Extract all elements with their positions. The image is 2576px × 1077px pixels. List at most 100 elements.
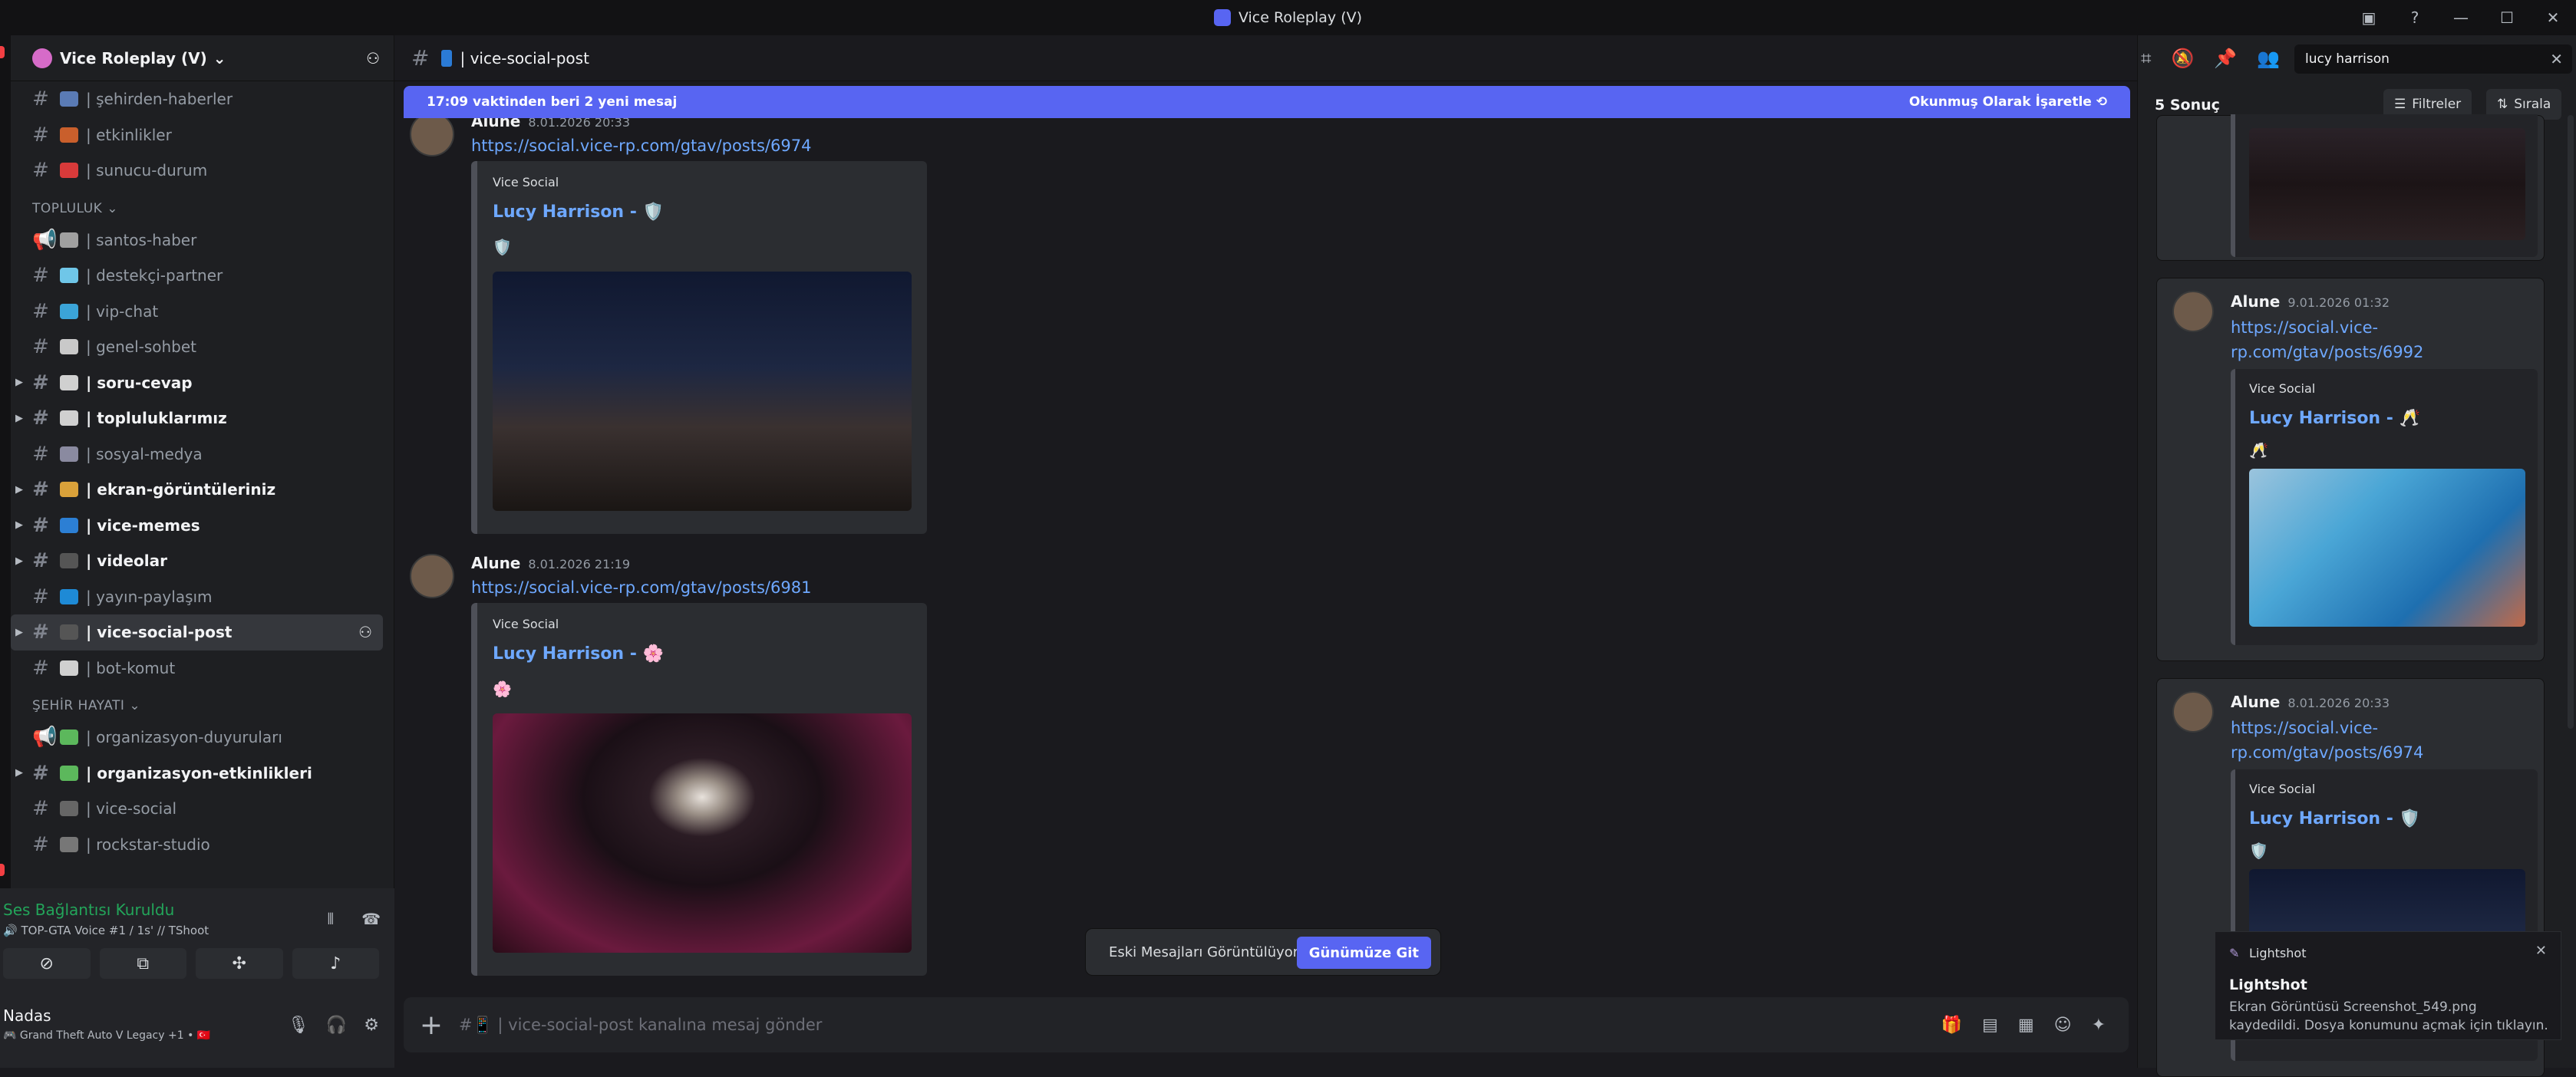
sidebar-channel[interactable]: ▶ # | videolar	[11, 543, 383, 579]
toast-body: Ekran Görüntüsü Screenshot_549.png kayde…	[2229, 1000, 2548, 1033]
search-box[interactable]: lucy harrison ✕	[2294, 44, 2572, 74]
expand-arrow-icon[interactable]: ▶	[15, 555, 23, 567]
sliders-icon: ☰	[2394, 97, 2406, 112]
sidebar-channel[interactable]: # | genel-sohbet	[11, 329, 383, 365]
maximize-button[interactable]: ☐	[2484, 0, 2530, 35]
sidebar-channel[interactable]: # | vip-chat	[11, 294, 383, 330]
gift-icon[interactable]: 🎁	[1941, 1016, 1962, 1035]
expand-arrow-icon[interactable]: ▶	[15, 519, 23, 531]
emoji-icon[interactable]: ☺	[2054, 1016, 2072, 1035]
help-icon[interactable]: ?	[2392, 0, 2438, 35]
new-messages-banner[interactable]: 17:09 vaktinden beri 2 yeni mesaj Okunmu…	[404, 86, 2130, 118]
channel-name: | sosyal-medya	[86, 444, 203, 463]
unread-pill	[0, 864, 5, 876]
expand-arrow-icon[interactable]: ▶	[15, 484, 23, 496]
close-icon[interactable]: ✕	[2535, 943, 2547, 959]
embed-image[interactable]	[493, 272, 912, 511]
embed-image[interactable]	[2249, 128, 2525, 240]
expand-arrow-icon[interactable]: ▶	[15, 767, 23, 779]
gif-icon[interactable]: ▤	[1982, 1016, 1998, 1035]
sidebar-channel[interactable]: ▶ # | soru-cevap	[11, 365, 383, 401]
channel-name: | videolar	[86, 552, 167, 571]
minimize-button[interactable]: —	[2438, 0, 2484, 35]
embed-title[interactable]: Lucy Harrison - 🌸	[493, 644, 664, 664]
link-embed: Vice Social Lucy Harrison - 🌸 🌸	[471, 603, 927, 976]
sidebar-channel[interactable]: 📢 | santos-haber	[11, 222, 383, 259]
sidebar-channel[interactable]: ▶ # | vice-social-post ⚇	[11, 614, 383, 650]
sidebar-channel[interactable]: # | bot-komut	[11, 650, 383, 687]
activities-button[interactable]: ✣	[196, 948, 283, 979]
embed-title[interactable]: Lucy Harrison - 🥂	[2249, 409, 2420, 428]
category-header[interactable]: TOPLULUK ⌄	[11, 189, 394, 222]
sidebar-channel[interactable]: ▶ # | organizasyon-etkinlikleri	[11, 756, 383, 792]
server-header[interactable]: Vice Roleplay (V) ⌄ ⚇	[11, 35, 394, 81]
author-name[interactable]: Alune	[2231, 693, 2280, 711]
author-name[interactable]: Alune	[471, 118, 520, 130]
expand-arrow-icon[interactable]: ▶	[15, 413, 23, 424]
sticker-icon[interactable]: ▦	[2018, 1016, 2034, 1035]
sidebar-channel[interactable]: # | etkinlikler	[11, 117, 383, 153]
message-link[interactable]: https://social.vice-rp.com/gtav/posts/69…	[2231, 716, 2507, 765]
search-result-card[interactable]	[2156, 114, 2545, 261]
microphone-icon[interactable]: 🎙	[288, 1016, 309, 1035]
jump-present-button[interactable]: Günümüze Git	[1296, 937, 1431, 969]
members-icon[interactable]: 👥	[2257, 48, 2280, 69]
avatar[interactable]	[410, 118, 454, 156]
embed-image[interactable]	[2249, 469, 2525, 627]
inbox-icon[interactable]: ▣	[2346, 0, 2392, 35]
channel-name: | santos-haber	[86, 230, 197, 249]
avatar[interactable]	[2172, 691, 2214, 733]
disconnect-icon[interactable]: ☎	[361, 910, 381, 928]
expand-arrow-icon[interactable]: ▶	[15, 627, 23, 638]
sidebar-channel[interactable]: # | vice-social	[11, 791, 383, 827]
embed-image[interactable]	[493, 713, 912, 953]
sidebar-channel[interactable]: # | rockstar-studio	[11, 827, 383, 863]
search-result-card[interactable]: Alune 9.01.2026 01:32 https://social.vice…	[2156, 278, 2545, 661]
embed-title[interactable]: Lucy Harrison - 🛡️	[2249, 809, 2420, 828]
message-link[interactable]: https://social.vice-rp.com/gtav/posts/69…	[2231, 315, 2507, 364]
channel-emoji-icon	[60, 374, 78, 390]
category-header[interactable]: ŞEHİR HAYATI ⌄	[11, 686, 394, 720]
sidebar-channel[interactable]: # | destekçi-partner	[11, 258, 383, 294]
person-add-icon[interactable]: ⚇	[358, 623, 372, 641]
soundwave-icon[interactable]: ⫴	[328, 910, 334, 928]
search-query[interactable]: lucy harrison	[2305, 51, 2390, 67]
mute-bell-icon[interactable]: 🔕	[2172, 48, 2195, 69]
soundboard-button[interactable]: ♪	[292, 948, 379, 979]
embed-title[interactable]: Lucy Harrison - 🛡️	[493, 203, 664, 222]
lightshot-toast[interactable]: ✎ Lightshot ✕ Lightshot Ekran Görüntüsü …	[2215, 931, 2561, 1040]
close-button[interactable]: ✕	[2530, 0, 2576, 35]
channel-name: | vice-social	[86, 799, 177, 818]
headphones-icon[interactable]: 🎧	[326, 1016, 347, 1035]
sidebar-channel[interactable]: ▶ # | ekran-görüntüleriniz	[11, 472, 383, 508]
person-add-icon[interactable]: ⚇	[366, 49, 380, 68]
mark-read-button[interactable]: Okunmuş Olarak İşaretle ⟲	[1909, 94, 2107, 110]
avatar[interactable]	[410, 554, 454, 598]
avatar[interactable]	[2172, 291, 2214, 332]
sidebar-channel[interactable]: ▶ # | vice-memes	[11, 508, 383, 544]
close-icon[interactable]: ✕	[2550, 50, 2563, 68]
apps-icon[interactable]: ✦	[2092, 1016, 2106, 1035]
camera-off-button[interactable]: ⊘	[3, 948, 91, 979]
hash-icon: #	[32, 159, 49, 183]
author-name[interactable]: Alune	[471, 554, 520, 572]
sidebar-channel[interactable]: 📢 | organizasyon-duyuruları	[11, 720, 383, 756]
channel-emoji-icon	[60, 765, 78, 781]
scrollbar[interactable]	[2568, 115, 2574, 729]
message-link[interactable]: https://social.vice-rp.com/gtav/posts/69…	[471, 137, 811, 155]
sidebar-channel[interactable]: ▶ # | topluluklarımız	[11, 400, 383, 436]
channel-name: | rockstar-studio	[86, 835, 210, 854]
message-input[interactable]	[459, 1016, 1941, 1034]
sidebar-channel[interactable]: # | yayın-paylaşım	[11, 579, 383, 615]
sidebar-channel[interactable]: # | sunucu-durum	[11, 153, 383, 189]
pin-icon[interactable]: 📌	[2214, 48, 2237, 69]
sidebar-channel[interactable]: # | sosyal-medya	[11, 436, 383, 473]
threads-icon[interactable]: ⌗	[2141, 48, 2152, 69]
gear-icon[interactable]: ⚙	[364, 1016, 379, 1035]
screen-share-button[interactable]: ⧉	[99, 948, 186, 979]
author-name[interactable]: Alune	[2231, 292, 2280, 311]
sidebar-channel[interactable]: # | şehirden-haberler	[11, 81, 383, 117]
expand-arrow-icon[interactable]: ▶	[15, 377, 23, 388]
plus-icon[interactable]: +	[404, 1009, 459, 1041]
message-link[interactable]: https://social.vice-rp.com/gtav/posts/69…	[471, 578, 811, 597]
